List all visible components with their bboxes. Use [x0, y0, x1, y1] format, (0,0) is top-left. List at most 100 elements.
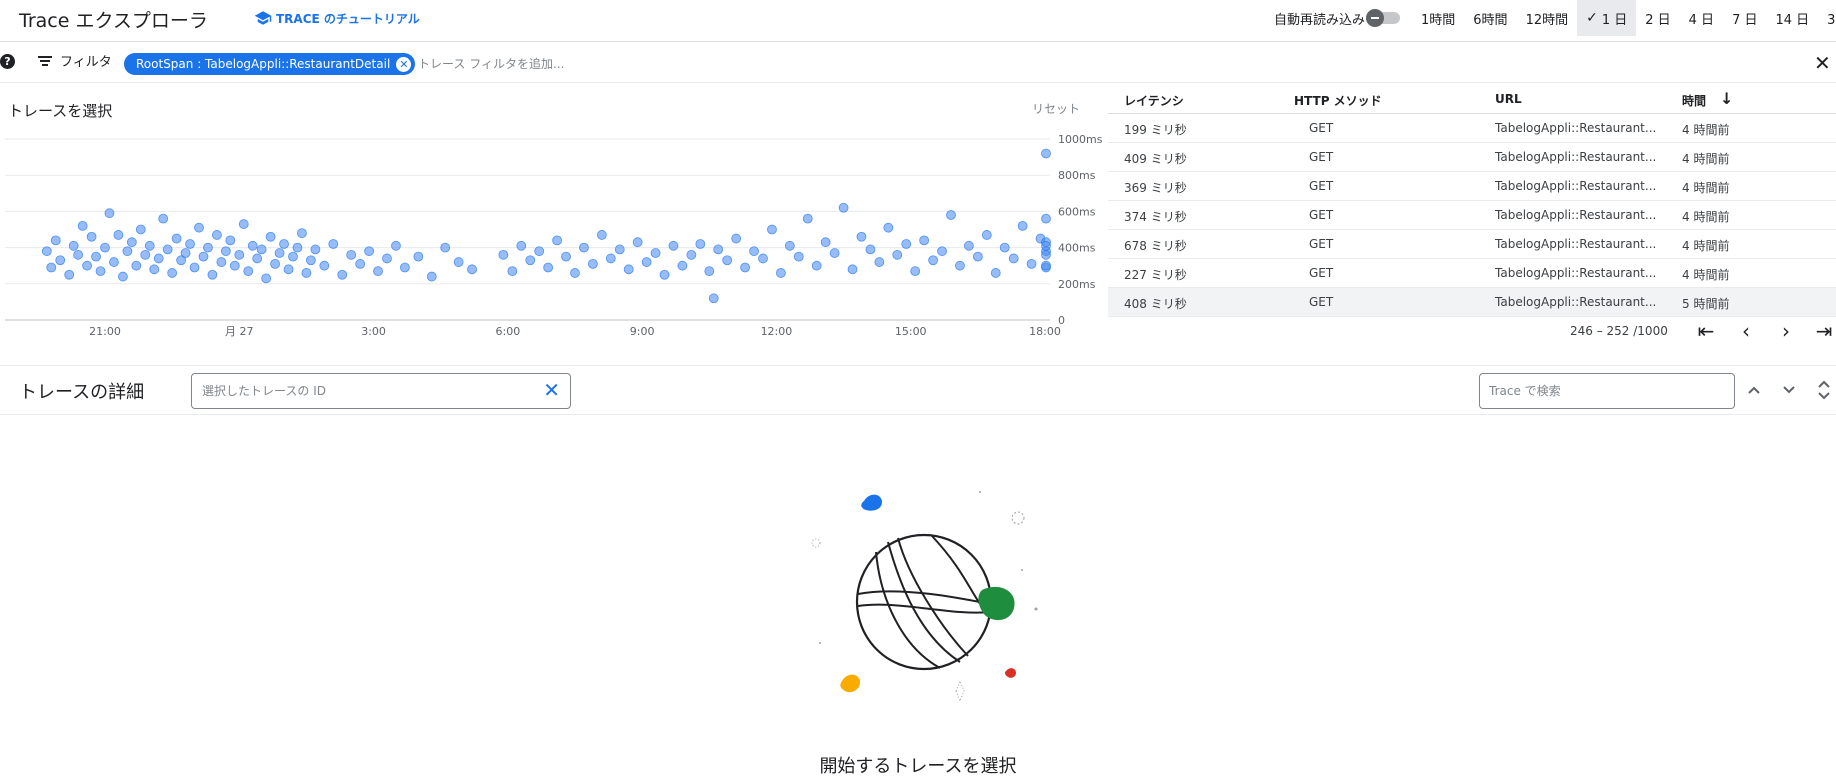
- data-point: [784, 240, 795, 251]
- time-range-option[interactable]: 14 日: [1766, 0, 1818, 36]
- expand-collapse-icon[interactable]: [1812, 378, 1836, 402]
- time-range-option[interactable]: 7 日: [1723, 0, 1766, 36]
- trace-search-input[interactable]: [1489, 382, 1725, 400]
- data-point: [883, 222, 894, 233]
- data-point: [158, 213, 169, 224]
- time-range-label: 1時間: [1421, 12, 1456, 28]
- time-range-option[interactable]: ✓ 1 日: [1577, 0, 1637, 36]
- filter-label: フィルタ: [60, 55, 112, 70]
- method-cell: GET: [1309, 295, 1334, 309]
- table-header: レイテンシ HTTP メソッド URL 時間 ↓: [1108, 84, 1836, 114]
- filter-bar: ? フィルタ RootSpan : TabelogAppli::Restaura…: [0, 43, 1836, 83]
- data-point: [650, 248, 661, 258]
- column-http-method[interactable]: HTTP メソッド: [1294, 92, 1382, 109]
- chevron-up-icon[interactable]: [1742, 378, 1766, 402]
- data-point: [279, 239, 289, 249]
- table-row[interactable]: 374 ミリ秒 GET TabelogAppli::Restaurant... 4 時…: [1108, 201, 1836, 230]
- method-cell: GET: [1309, 237, 1334, 251]
- data-point: [288, 251, 298, 262]
- data-point: [1041, 213, 1051, 224]
- column-url[interactable]: URL: [1495, 92, 1522, 106]
- close-icon[interactable]: ✕: [1814, 53, 1831, 73]
- trace-details-title: トレースの詳細: [19, 382, 145, 403]
- data-point: [847, 264, 858, 275]
- x-tick-label: 3:00: [361, 325, 386, 338]
- x-tick-label: 月 27: [225, 325, 254, 338]
- data-point: [758, 253, 768, 264]
- previous-page-icon[interactable]: ‹: [1734, 320, 1758, 344]
- time-range-option[interactable]: 30 日: [1818, 0, 1836, 36]
- data-point: [144, 240, 155, 251]
- latency-cell: 369 ミリ秒: [1124, 181, 1187, 195]
- x-tick-label: 9:00: [630, 325, 655, 338]
- arrow-down-icon[interactable]: ↓: [1720, 89, 1733, 108]
- y-tick-label: 200ms: [1058, 278, 1096, 291]
- first-page-icon[interactable]: ⇤: [1694, 320, 1718, 344]
- clear-icon[interactable]: ✕: [543, 380, 560, 400]
- method-cell: GET: [1309, 121, 1334, 135]
- data-point: [243, 266, 254, 277]
- data-point: [928, 255, 938, 266]
- time-range-option[interactable]: 12時間: [1517, 0, 1578, 36]
- data-point: [901, 239, 912, 249]
- time-range-label: 6時間: [1473, 12, 1508, 28]
- data-point: [856, 231, 867, 242]
- latency-scatter-chart[interactable]: 1000ms800ms600ms400ms200ms021:00 月 27 3:00…: [0, 84, 1108, 354]
- data-point: [910, 266, 921, 277]
- data-point: [722, 255, 733, 266]
- trace-details-bar: トレースの詳細 ✕: [0, 365, 1836, 415]
- table-row[interactable]: 678 ミリ秒 GET TabelogAppli::Restaurant... 4 時…: [1108, 230, 1836, 259]
- add-filter-input[interactable]: [418, 53, 918, 75]
- last-page-icon[interactable]: ⇥: [1812, 320, 1836, 344]
- help-icon[interactable]: ?: [0, 54, 15, 69]
- y-tick-label: 800ms: [1058, 169, 1096, 182]
- table-row[interactable]: 408 ミリ秒 GET TabelogAppli::Restaurant... 5 時…: [1108, 288, 1836, 317]
- empty-state-message: 開始するトレースを選択: [819, 756, 1017, 777]
- data-point: [212, 230, 222, 240]
- filter-button[interactable]: フィルタ: [38, 51, 112, 70]
- data-point: [337, 269, 348, 280]
- data-point: [73, 249, 84, 260]
- data-point: [964, 240, 974, 251]
- time-cell: 4 時間前: [1682, 268, 1730, 282]
- auto-reload-toggle[interactable]: [1366, 9, 1402, 27]
- time-range-option[interactable]: 6時間: [1464, 0, 1516, 36]
- filter-chip-rootspan[interactable]: RootSpan : TabelogAppli::RestaurantDetai…: [124, 53, 416, 75]
- data-point: [50, 235, 61, 246]
- data-point: [82, 260, 92, 271]
- data-point: [632, 237, 643, 248]
- next-page-icon[interactable]: ›: [1774, 320, 1798, 344]
- data-point: [185, 239, 195, 249]
- table-row[interactable]: 369 ミリ秒 GET TabelogAppli::Restaurant... 4 時…: [1108, 172, 1836, 201]
- data-point: [167, 268, 178, 278]
- table-row[interactable]: 199 ミリ秒 GET TabelogAppli::Restaurant... 4 時…: [1108, 114, 1836, 143]
- data-point: [292, 242, 303, 253]
- latency-cell: 227 ミリ秒: [1124, 268, 1187, 282]
- time-range-option[interactable]: 4 日: [1680, 0, 1723, 36]
- data-point: [41, 246, 52, 257]
- chip-remove-icon[interactable]: ✕: [396, 56, 412, 72]
- chevron-down-icon[interactable]: [1777, 378, 1801, 402]
- table-row[interactable]: 227 ミリ秒 GET TabelogAppli::Restaurant... 4 時…: [1108, 259, 1836, 288]
- tutorial-link[interactable]: TRACE のチュートリアル: [254, 9, 420, 27]
- data-point: [946, 210, 956, 220]
- x-tick-label: 12:00: [761, 325, 793, 338]
- time-range-label: 30 日: [1827, 12, 1836, 28]
- table-row[interactable]: 409 ミリ秒 GET TabelogAppli::Restaurant... 4 時…: [1108, 143, 1836, 172]
- time-range-option[interactable]: 2 日: [1636, 0, 1679, 36]
- data-point: [713, 244, 724, 255]
- time-range-option[interactable]: 1時間: [1412, 0, 1464, 36]
- reset-button[interactable]: リセット: [1032, 100, 1080, 117]
- data-point: [256, 244, 267, 255]
- data-point: [194, 222, 204, 233]
- trace-id-input[interactable]: [202, 382, 532, 400]
- data-point: [247, 240, 258, 251]
- column-time[interactable]: 時間: [1682, 92, 1706, 109]
- data-point: [413, 251, 424, 262]
- data-point: [838, 202, 849, 213]
- latency-cell: 199 ミリ秒: [1124, 123, 1187, 137]
- data-point: [207, 269, 218, 280]
- time-range-label: 12時間: [1525, 12, 1569, 28]
- column-latency[interactable]: レイテンシ: [1124, 92, 1184, 109]
- data-point: [453, 257, 464, 267]
